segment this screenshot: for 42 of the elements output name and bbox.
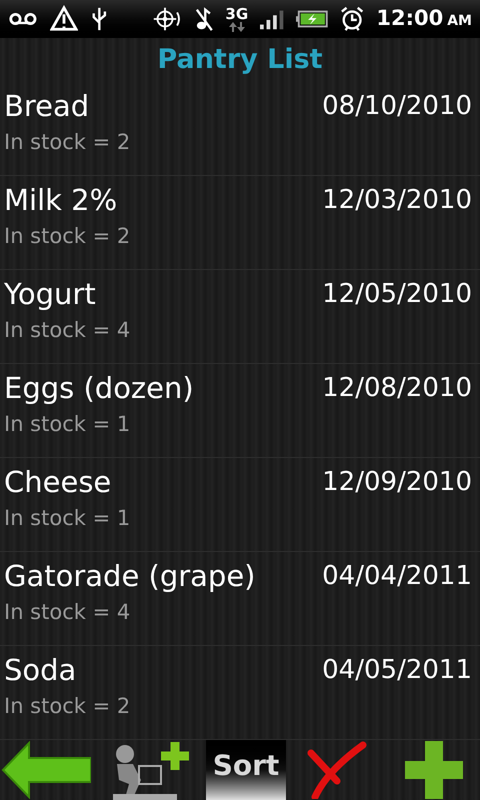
item-date: 08/10/2010 (322, 90, 472, 123)
back-button[interactable] (0, 740, 92, 800)
item-name: Milk 2% (4, 182, 118, 219)
stock-count: In stock = 4 (4, 317, 130, 344)
stock-count: In stock = 1 (4, 505, 130, 532)
music-muted-icon (194, 5, 214, 33)
screen-title: Pantry List (157, 42, 323, 77)
usb-icon (90, 5, 108, 33)
stock-count: In stock = 2 (4, 693, 130, 720)
network-type: 3G (225, 6, 248, 22)
pantry-item[interactable]: Milk 2% In stock = 2 12/03/2010 (0, 176, 480, 270)
item-name: Yogurt (4, 276, 97, 313)
clock-time: 12:00 (376, 5, 444, 32)
stock-count: In stock = 2 (4, 223, 130, 250)
item-name: Eggs (dozen) (4, 370, 194, 407)
stock-count: In stock = 4 (4, 599, 132, 626)
x-mark-icon (307, 741, 367, 799)
sort-button[interactable]: Sort (206, 740, 286, 800)
plus-icon (404, 741, 464, 799)
pantry-item[interactable]: Eggs (dozen) In stock = 1 12/08/2010 (0, 364, 480, 458)
stock-count: In stock = 1 (4, 411, 132, 438)
pantry-item[interactable]: Gatorade (grape) In stock = 4 04/04/2011 (0, 552, 480, 646)
pantry-item[interactable]: Bread In stock = 2 08/10/2010 (0, 82, 480, 176)
warning-icon (50, 5, 78, 33)
item-date: 12/08/2010 (322, 372, 472, 405)
left-arrow-icon (1, 741, 91, 799)
pantry-item[interactable]: Cheese In stock = 1 12/09/2010 (0, 458, 480, 552)
item-name: Cheese (4, 464, 112, 501)
item-date: 12/05/2010 (322, 278, 472, 311)
signal-icon (260, 8, 284, 30)
item-name: Gatorade (grape) (4, 558, 256, 595)
item-date: 12/09/2010 (322, 466, 472, 499)
stock-count: In stock = 2 (4, 129, 130, 156)
item-name: Bread (4, 88, 90, 125)
data-arrows-icon (228, 22, 246, 32)
alarm-clock-icon (340, 5, 364, 33)
item-date: 04/05/2011 (322, 654, 472, 687)
item-date: 04/04/2011 (322, 560, 472, 593)
pantry-item[interactable]: Yogurt In stock = 4 12/05/2010 (0, 270, 480, 364)
item-date: 12/03/2010 (322, 184, 472, 217)
item-name: Soda (4, 652, 78, 689)
clock-meridiem: AM (447, 12, 472, 32)
